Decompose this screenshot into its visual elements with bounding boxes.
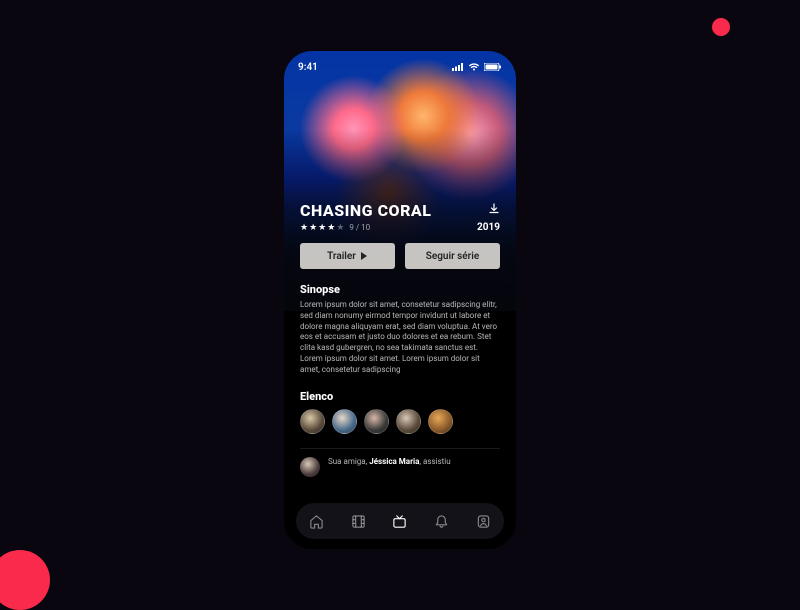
- phone-frame: 9:41 CHASING CORAL ★ ★ ★ ★ ★ 9 / 10 2019: [284, 51, 516, 549]
- bell-icon: [434, 514, 449, 529]
- avatar[interactable]: [364, 409, 389, 434]
- synopsis-heading: Sinopse: [300, 283, 500, 296]
- cast-list: [300, 409, 500, 434]
- activity-feed-item: Sua amiga, Jéssica Maria, assistiu: [300, 448, 500, 477]
- cast-heading: Elenco: [300, 390, 500, 403]
- avatar[interactable]: [396, 409, 421, 434]
- star-icon: ★: [327, 223, 335, 233]
- trailer-button[interactable]: Trailer: [300, 243, 395, 269]
- activity-text: Sua amiga, Jéssica Maria, assistiu: [328, 457, 451, 467]
- nav-alerts[interactable]: [434, 513, 450, 529]
- movie-title: CHASING CORAL: [300, 201, 431, 220]
- avatar[interactable]: [428, 409, 453, 434]
- status-icons: [452, 63, 502, 71]
- film-icon: [351, 514, 366, 529]
- tv-icon: [392, 514, 407, 529]
- status-time: 9:41: [298, 62, 318, 73]
- follow-label: Seguir série: [426, 251, 480, 262]
- decorative-dot-bottom-left: [0, 550, 50, 610]
- wifi-icon: [468, 63, 480, 71]
- nav-profile[interactable]: [475, 513, 491, 529]
- signal-icon: [452, 63, 464, 71]
- follow-button[interactable]: Seguir série: [405, 243, 500, 269]
- avatar[interactable]: [332, 409, 357, 434]
- avatar[interactable]: [300, 457, 320, 477]
- home-icon: [309, 514, 324, 529]
- star-icon: ★: [309, 223, 317, 233]
- release-year: 2019: [477, 222, 500, 233]
- nav-tv[interactable]: [392, 513, 408, 529]
- trailer-label: Trailer: [327, 251, 356, 262]
- nav-home[interactable]: [309, 513, 325, 529]
- download-icon: [488, 203, 500, 215]
- battery-icon: [484, 63, 502, 71]
- rating-score: 9 / 10: [349, 223, 370, 232]
- avatar[interactable]: [300, 409, 325, 434]
- play-icon: [360, 252, 368, 260]
- decorative-dot-top-right: [712, 18, 730, 36]
- star-icon: ★: [300, 223, 308, 233]
- profile-icon: [476, 514, 491, 529]
- synopsis-body: Lorem ipsum dolor sit amet, consetetur s…: [300, 300, 500, 376]
- star-icon: ★: [318, 223, 326, 233]
- bottom-nav: [296, 503, 504, 539]
- rating-stars: ★ ★ ★ ★ ★ 9 / 10: [300, 223, 370, 233]
- status-bar: 9:41: [284, 59, 516, 75]
- download-button[interactable]: [488, 203, 500, 218]
- nav-movies[interactable]: [350, 513, 366, 529]
- star-icon: ★: [336, 223, 344, 233]
